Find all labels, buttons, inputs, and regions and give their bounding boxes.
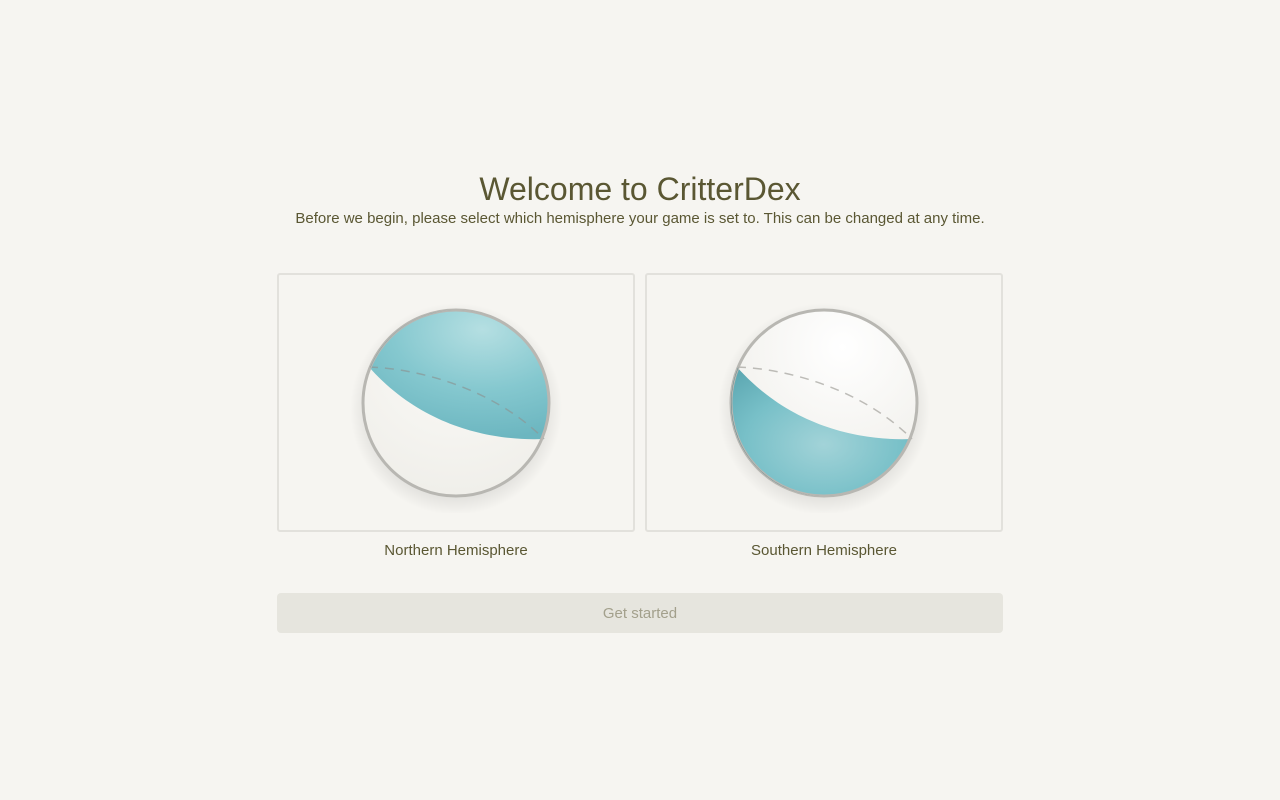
northern-hemisphere-label: Northern Hemisphere bbox=[384, 542, 528, 559]
hemisphere-options: Northern Hemisphere Southern Hemisphere bbox=[277, 273, 1003, 561]
northern-hemisphere-globe-icon bbox=[350, 302, 562, 513]
southern-hemisphere-card[interactable] bbox=[645, 273, 1003, 532]
southern-hemisphere-label: Southern Hemisphere bbox=[751, 542, 897, 559]
northern-hemisphere-card[interactable] bbox=[277, 273, 635, 532]
northern-hemisphere-option[interactable]: Northern Hemisphere bbox=[277, 273, 635, 561]
southern-hemisphere-globe-icon bbox=[718, 302, 930, 513]
get-started-button[interactable]: Get started bbox=[277, 593, 1003, 633]
page-subtitle: Before we begin, please select which hem… bbox=[295, 210, 985, 227]
page-title: Welcome to CritterDex bbox=[479, 171, 801, 207]
southern-hemisphere-option[interactable]: Southern Hemisphere bbox=[645, 273, 1003, 561]
welcome-panel: Welcome to CritterDex Before we begin, p… bbox=[277, 170, 1003, 633]
